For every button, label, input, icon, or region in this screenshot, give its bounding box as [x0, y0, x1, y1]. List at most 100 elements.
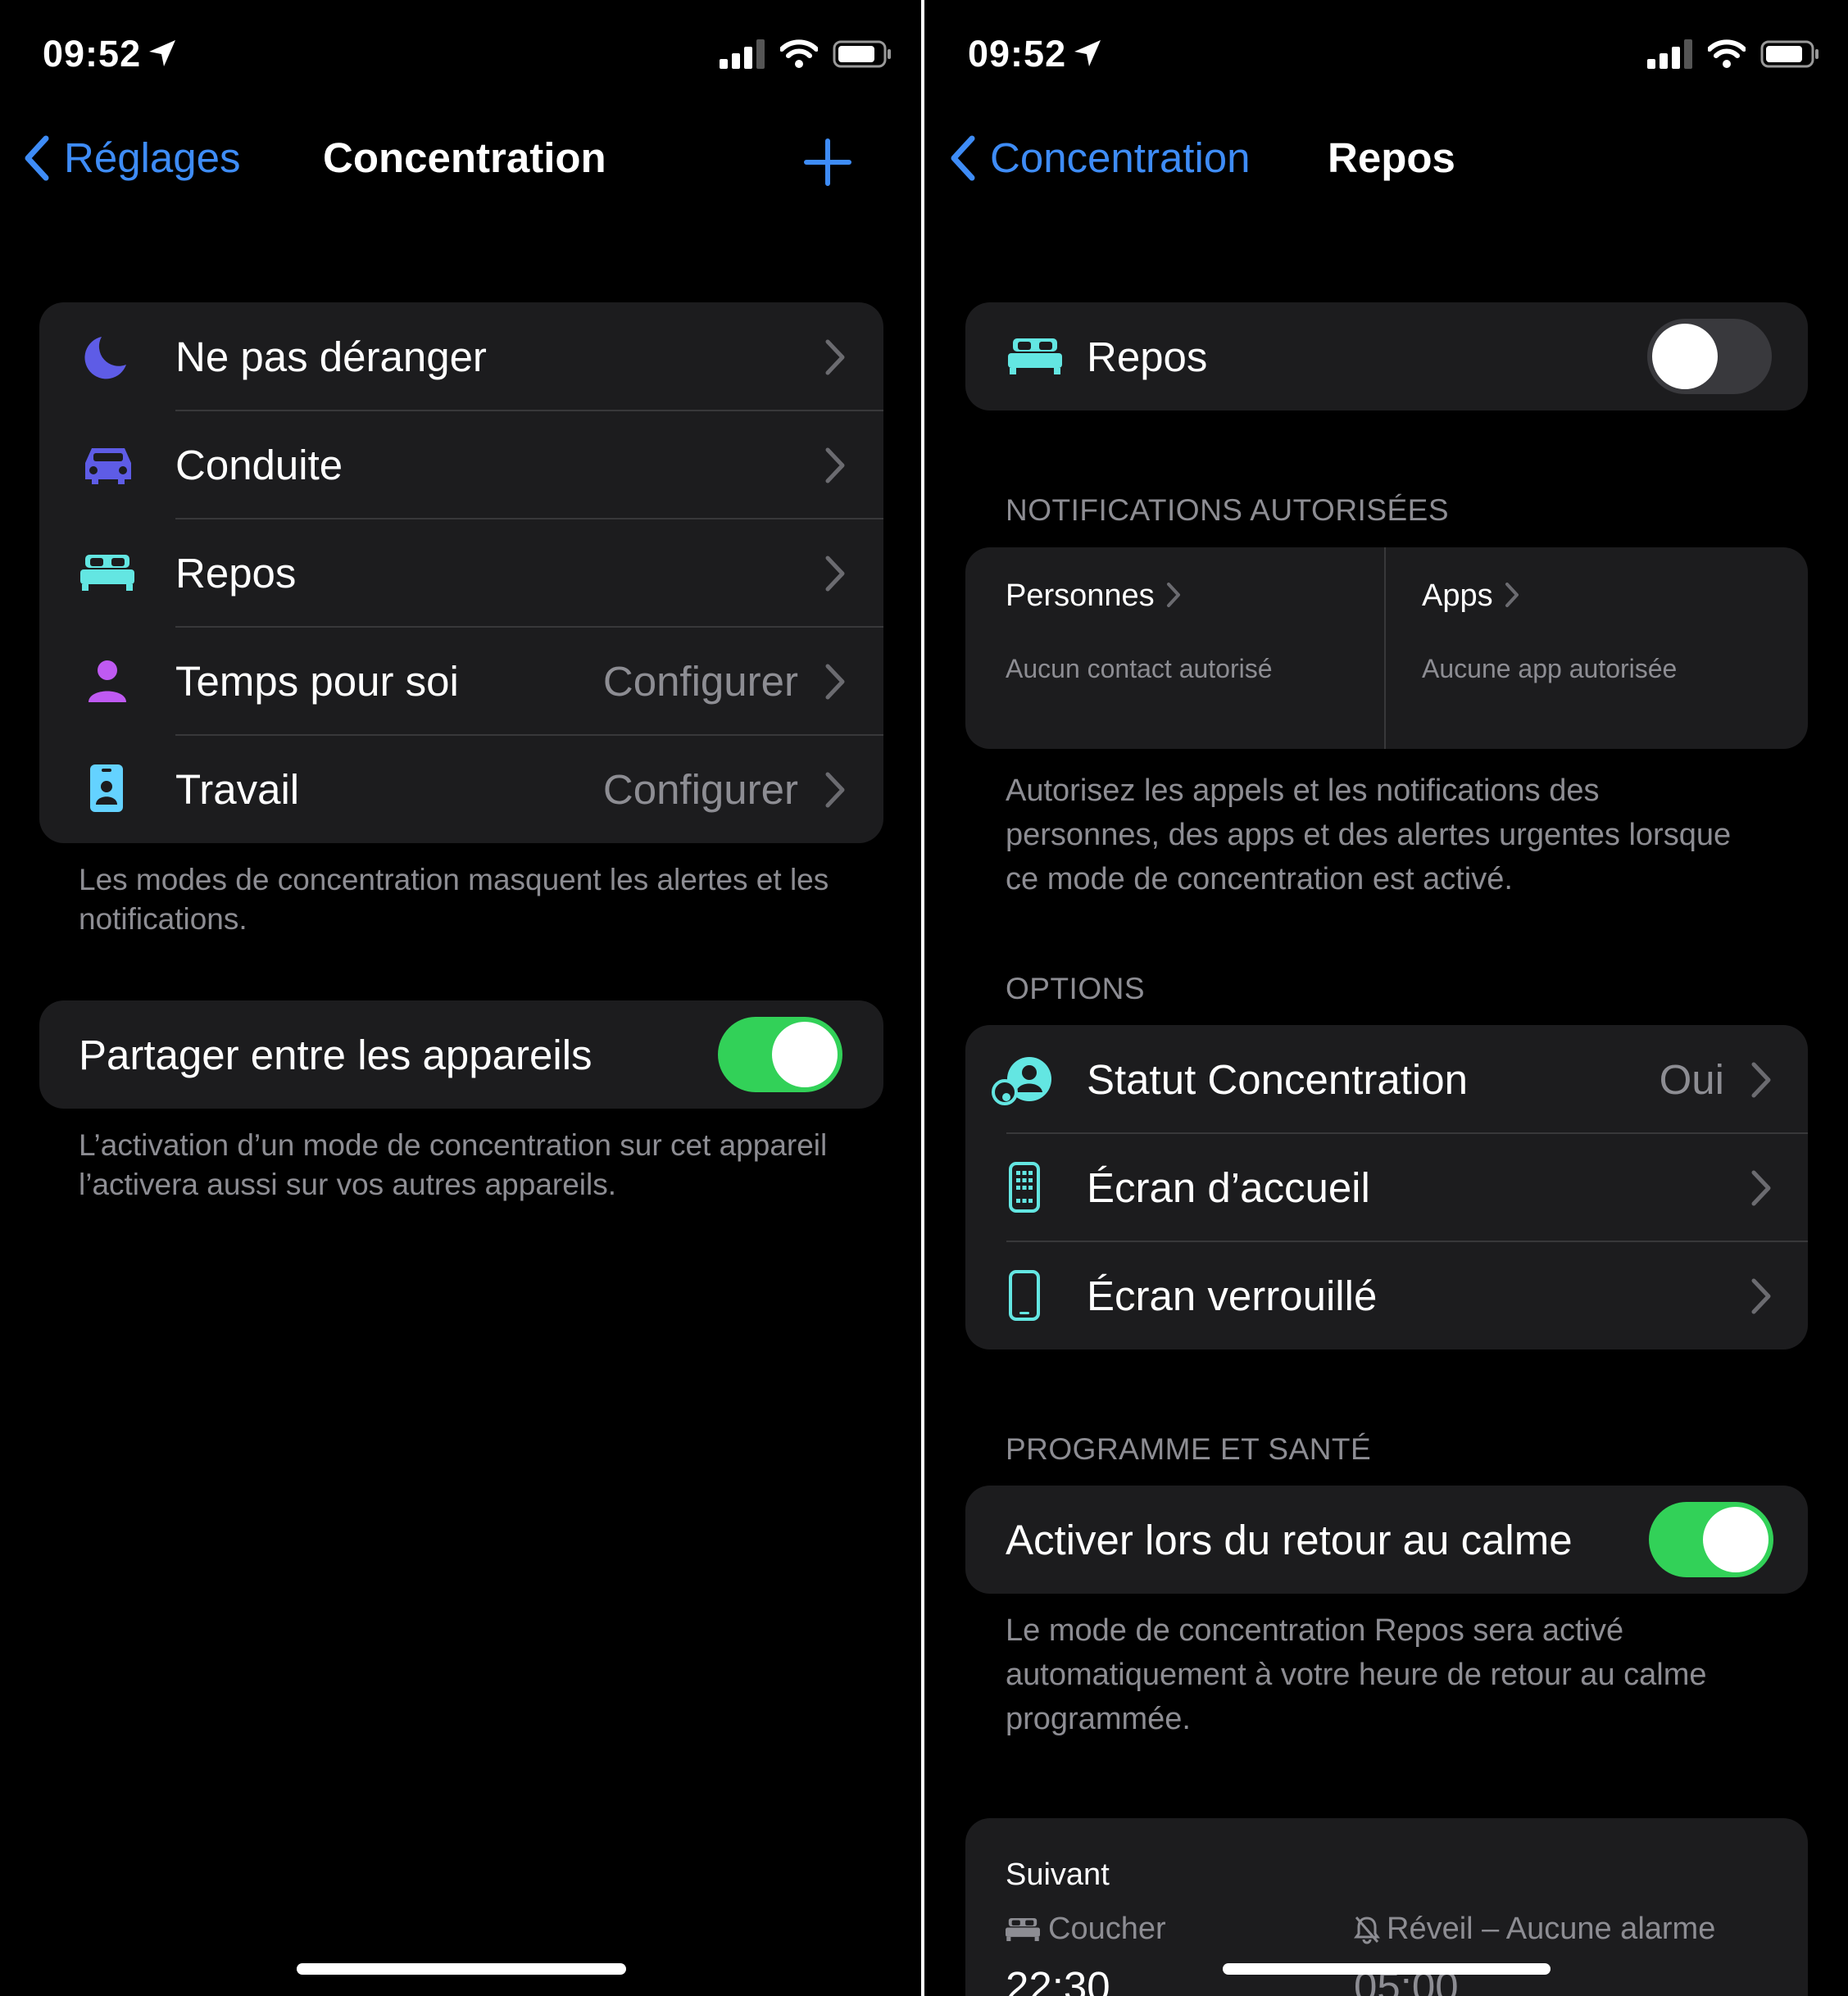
bed-icon — [80, 555, 134, 591]
repos-toggle[interactable] — [1647, 319, 1772, 394]
section-header-schedule: PROGRAMME ET SANTÉ — [1006, 1432, 1372, 1466]
chevron-left-icon — [951, 135, 975, 180]
share-label: Partager entre les appareils — [79, 1032, 593, 1078]
focus-modes-list: Ne pas déranger Conduite Repos Temps pou… — [39, 302, 883, 843]
section-header-notifications: NOTIFICATIONS AUTORISÉES — [1006, 493, 1450, 527]
status-time: 09:52 — [43, 33, 179, 75]
chevron-right-icon — [825, 556, 845, 592]
wake-label-text: Réveil – Aucune alarme — [1387, 1912, 1716, 1946]
option-value: Oui — [1659, 1056, 1724, 1103]
status-time-text: 09:52 — [43, 33, 142, 75]
option-label: Écran verrouillé — [1087, 1272, 1378, 1319]
options-list: Statut Concentration Oui Écran d’accueil… — [965, 1025, 1808, 1350]
apps-title-text: Apps — [1422, 578, 1493, 613]
chevron-right-icon — [825, 772, 845, 808]
toggle-knob — [1652, 324, 1718, 389]
home-screen-icon — [1009, 1162, 1040, 1213]
notifications-footer-text: Autorisez les appels et les notification… — [1006, 773, 1732, 896]
status-icons — [720, 39, 892, 69]
bell-slash-icon — [1354, 1916, 1380, 1944]
wind-down-toggle[interactable] — [1649, 1502, 1773, 1577]
toggle-knob — [1703, 1507, 1769, 1572]
share-footer-text: L’activation d’un mode de concentration … — [79, 1128, 828, 1201]
bedtime-label-text: Coucher — [1048, 1912, 1166, 1946]
plus-icon[interactable] — [803, 138, 852, 187]
apps-title: Apps — [1422, 578, 1519, 614]
location-arrow-icon — [1074, 40, 1101, 66]
section-header-options: OPTIONS — [1006, 972, 1146, 1005]
people-title-text: Personnes — [1006, 578, 1155, 613]
bed-icon — [1008, 338, 1062, 374]
mode-row-temps-pour-soi[interactable]: Temps pour soi Configurer — [39, 627, 883, 735]
modes-footer-text: Les modes de concentration masquent les … — [79, 863, 829, 936]
moon-icon — [84, 337, 126, 379]
cellular-signal-icon — [720, 39, 765, 69]
mode-label: Ne pas déranger — [175, 333, 487, 380]
mode-row-conduite[interactable]: Conduite — [39, 411, 883, 519]
chevron-right-icon — [825, 447, 845, 483]
page-title: Repos — [1328, 134, 1455, 181]
bed-icon — [1006, 1917, 1040, 1941]
chevron-right-icon — [825, 339, 845, 375]
option-row-ecran-accueil[interactable]: Écran d’accueil — [965, 1133, 1808, 1241]
status-time: 09:52 — [968, 33, 1104, 75]
repos-label: Repos — [1087, 333, 1208, 380]
repos-detail-screen: 09:52 Concentration Repos Repos NOTIFICA… — [924, 0, 1848, 1996]
wake-label: Réveil – Aucune alarme — [1354, 1912, 1715, 1947]
bedtime-time: 22:30 — [1006, 1963, 1110, 1996]
chevron-right-icon — [1505, 583, 1519, 607]
next-title: Suivant — [1006, 1858, 1110, 1892]
mode-label: Repos — [175, 550, 297, 597]
back-button-concentration[interactable]: Concentration — [949, 134, 1251, 182]
page-title: Concentration — [323, 134, 606, 181]
status-icons — [1647, 39, 1819, 69]
mode-value: Configurer — [602, 658, 798, 705]
back-label: Réglages — [64, 134, 241, 181]
status-time-text: 09:52 — [968, 33, 1067, 75]
cellular-signal-icon — [1647, 39, 1692, 69]
wind-down-toggle-row: Activer lors du retour au calme — [965, 1486, 1808, 1594]
car-icon — [85, 448, 131, 484]
focus-status-icon — [992, 1057, 1051, 1105]
wifi-icon — [1708, 39, 1746, 68]
share-across-devices-toggle[interactable] — [718, 1017, 842, 1092]
chevron-right-icon — [1751, 1170, 1771, 1206]
chevron-right-icon — [1751, 1278, 1771, 1314]
people-subtitle: Aucun contact autorisé — [1006, 654, 1273, 683]
apps-subtitle: Aucune app autorisée — [1422, 654, 1678, 683]
people-cell[interactable]: Personnes Aucun contact autorisé — [965, 547, 1384, 749]
home-indicator[interactable] — [1223, 1963, 1551, 1975]
schedule-footer-text: Le mode de concentration Repos sera acti… — [1006, 1613, 1707, 1736]
option-row-statut-concentration[interactable]: Statut Concentration Oui — [965, 1025, 1808, 1133]
mode-label: Conduite — [175, 442, 343, 488]
lock-screen-icon — [1009, 1270, 1040, 1321]
battery-icon — [1760, 40, 1818, 68]
back-label: Concentration — [990, 134, 1251, 181]
option-label: Écran d’accueil — [1087, 1164, 1370, 1211]
mode-row-travail[interactable]: Travail Configurer — [39, 735, 883, 843]
chevron-left-icon — [25, 135, 49, 180]
chevron-right-icon — [1167, 583, 1181, 607]
mode-label: Temps pour soi — [175, 658, 459, 705]
mode-row-ne-pas-deranger[interactable]: Ne pas déranger — [39, 302, 883, 411]
wind-down-label: Activer lors du retour au calme — [1006, 1517, 1573, 1563]
id-badge-icon — [90, 764, 123, 812]
chevron-right-icon — [825, 664, 845, 700]
battery-icon — [833, 40, 891, 68]
back-button-reglages[interactable]: Réglages — [23, 134, 240, 182]
people-title: Personnes — [1006, 578, 1181, 614]
mode-row-repos[interactable]: Repos — [39, 519, 883, 627]
repos-toggle-row: Repos — [965, 302, 1808, 411]
person-icon — [89, 660, 126, 702]
allowed-notifications-card: Personnes Aucun contact autorisé Apps Au… — [965, 547, 1808, 749]
focus-list-screen: 09:52 Réglages Concentration Ne pas déra… — [0, 0, 924, 1996]
option-label: Statut Concentration — [1087, 1056, 1468, 1103]
home-indicator[interactable] — [297, 1963, 626, 1975]
option-row-ecran-verrouille[interactable]: Écran verrouillé — [965, 1241, 1808, 1350]
toggle-knob — [772, 1022, 838, 1087]
apps-cell[interactable]: Apps Aucune app autorisée — [1386, 547, 1808, 749]
wifi-icon — [780, 39, 818, 68]
bedtime-label: Coucher — [1006, 1912, 1166, 1947]
chevron-right-icon — [1751, 1062, 1771, 1098]
mode-label: Travail — [175, 766, 300, 813]
